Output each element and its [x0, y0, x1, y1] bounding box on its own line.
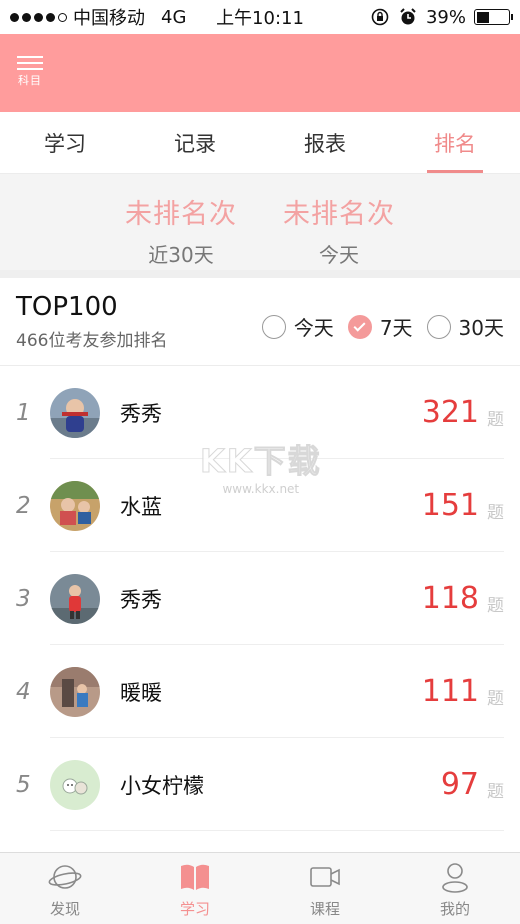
- user-icon: [442, 863, 468, 893]
- rank-number: 2: [16, 492, 31, 519]
- tab-label: 排名: [434, 131, 476, 156]
- radio-unchecked-icon: [261, 314, 286, 339]
- tab-label: 学习: [44, 131, 86, 156]
- avatar: [50, 480, 100, 531]
- video-camera-icon: [310, 867, 340, 887]
- filter-today[interactable]: 今天: [261, 312, 334, 341]
- rank-number: 4: [16, 678, 31, 705]
- rank-number: 5: [16, 771, 31, 798]
- status-bar: 中国移动 4G 上午10:11 39%: [0, 0, 520, 34]
- user-name: 水蓝: [120, 494, 162, 519]
- rank-number: 1: [16, 399, 31, 426]
- ranking-header: TOP100 466位考友参加排名 今天 7天 30天: [0, 278, 520, 366]
- nav-study[interactable]: 学习: [130, 853, 260, 924]
- filter-label: 今天: [293, 316, 334, 340]
- bottom-navigation: 发现 学习 课程 我的: [0, 852, 520, 924]
- rotation-lock-icon: [371, 8, 389, 26]
- nav-mine[interactable]: 我的: [390, 853, 520, 924]
- filter-label: 7天: [379, 316, 413, 340]
- ranking-row[interactable]: 1 秀秀 321 题: [0, 366, 520, 459]
- nav-label: 课程: [309, 900, 340, 918]
- book-icon: [181, 864, 209, 890]
- summary-30-days: 未排名次 近30天: [125, 192, 237, 270]
- question-count: 111: [421, 674, 479, 709]
- subject-menu-button[interactable]: 科目: [16, 56, 44, 92]
- radio-checked-icon: [347, 314, 372, 339]
- avatar: [50, 573, 100, 624]
- ranking-title: TOP100: [16, 292, 118, 322]
- nav-discover[interactable]: 发现: [0, 853, 130, 924]
- question-unit: 题: [487, 782, 504, 802]
- ranking-list: 1 秀秀 321 题 2 水蓝 151 题 3 秀秀 118 题 4 暖暖 11…: [0, 366, 520, 831]
- avatar: [50, 387, 100, 438]
- question-unit: 题: [487, 503, 504, 523]
- battery-percent: 39%: [425, 6, 466, 28]
- ranking-row[interactable]: 5 小女柠檬 97 题: [0, 738, 520, 831]
- user-name: 暖暖: [120, 680, 162, 705]
- nav-label: 学习: [179, 900, 210, 918]
- ranking-row[interactable]: 2 水蓝 151 题: [0, 459, 520, 552]
- status-time: 上午10:11: [216, 8, 304, 29]
- summary-today: 未排名次 今天: [283, 192, 395, 270]
- summary-value: 未排名次: [125, 199, 237, 230]
- user-name: 秀秀: [120, 401, 162, 426]
- summary-label: 今天: [319, 243, 359, 267]
- question-count: 151: [421, 488, 479, 523]
- nav-courses[interactable]: 课程: [260, 853, 390, 924]
- user-name: 秀秀: [120, 587, 162, 612]
- tab-record[interactable]: 记录: [130, 112, 260, 173]
- tab-ranking[interactable]: 排名: [390, 112, 520, 173]
- carrier-name: 中国移动: [73, 8, 145, 29]
- summary-value: 未排名次: [283, 199, 395, 230]
- tab-label: 报表: [304, 131, 346, 156]
- avatar: [50, 666, 100, 717]
- rank-summary: 未排名次 近30天 未排名次 今天: [0, 174, 520, 278]
- filter-7-days[interactable]: 7天: [347, 312, 413, 341]
- alarm-clock-icon: [400, 8, 416, 25]
- filter-30-days[interactable]: 30天: [426, 312, 504, 341]
- planet-icon: [48, 865, 82, 889]
- tab-label: 记录: [174, 131, 216, 156]
- network-type: 4G: [161, 6, 187, 28]
- tab-study[interactable]: 学习: [0, 112, 130, 173]
- nav-label: 我的: [439, 900, 470, 918]
- radio-unchecked-icon: [426, 314, 451, 339]
- ranking-row[interactable]: 4 暖暖 111 题: [0, 645, 520, 738]
- summary-label: 近30天: [148, 243, 214, 267]
- filter-label: 30天: [458, 316, 504, 340]
- rank-number: 3: [16, 585, 31, 612]
- ranking-row[interactable]: 3 秀秀 118 题: [0, 552, 520, 645]
- user-name: 小女柠檬: [120, 773, 204, 798]
- question-unit: 题: [487, 596, 504, 616]
- top-tabs: 学习 记录 报表 排名: [0, 112, 520, 174]
- battery-icon: [474, 9, 513, 25]
- question-count: 97: [440, 767, 479, 802]
- app-header: 科目: [0, 34, 520, 112]
- tab-report[interactable]: 报表: [260, 112, 390, 173]
- question-unit: 题: [487, 689, 504, 709]
- menu-icon: [17, 56, 43, 70]
- avatar: [50, 759, 100, 810]
- period-filter: 今天 7天 30天: [261, 312, 504, 341]
- ranking-participants: 466位考友参加排名: [16, 331, 168, 351]
- question-count: 321: [421, 395, 479, 430]
- menu-label: 科目: [18, 74, 42, 87]
- nav-label: 发现: [49, 900, 80, 918]
- signal-strength-icon: [10, 12, 67, 22]
- question-count: 118: [421, 581, 479, 616]
- question-unit: 题: [487, 410, 504, 430]
